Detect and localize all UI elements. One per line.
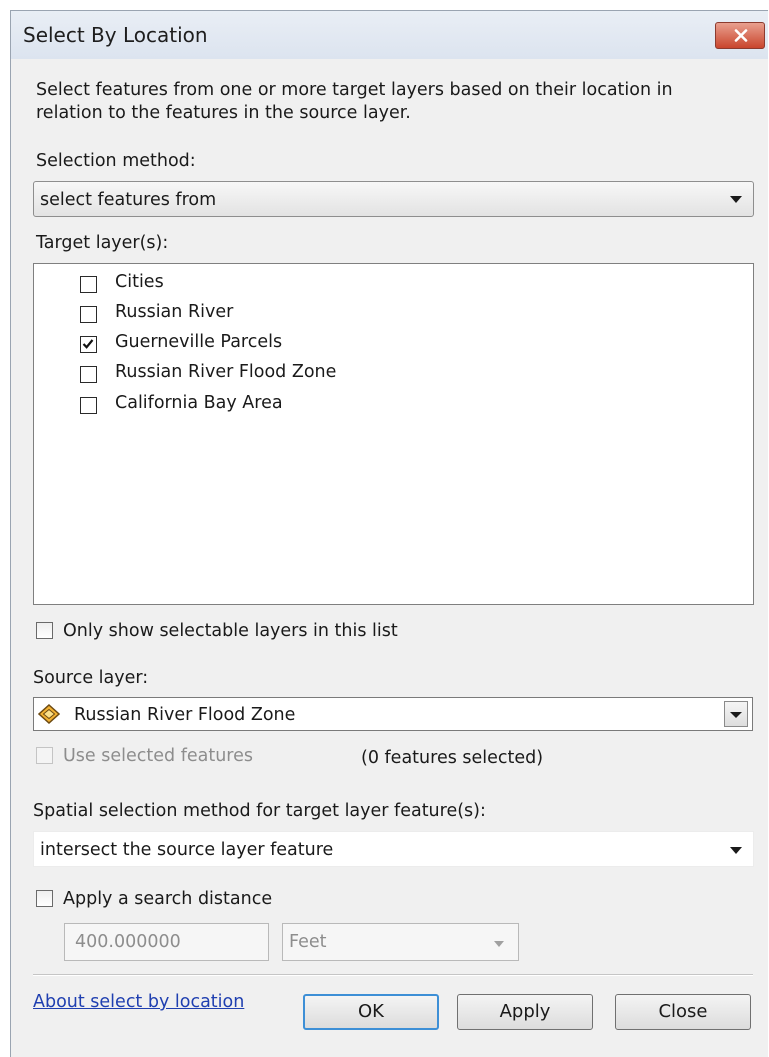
footer-divider: [33, 974, 753, 976]
target-layer-label: Cities: [115, 272, 164, 292]
polygon-layer-icon: [38, 704, 60, 724]
search-distance-label: Apply a search distance: [63, 889, 273, 909]
spatial-method-label: Spatial selection method for target laye…: [33, 801, 486, 821]
target-layer-item[interactable]: California Bay Area: [80, 393, 440, 421]
distance-units-dropdown[interactable]: Feet: [282, 923, 519, 961]
spatial-method-value: intersect the source layer feature: [40, 840, 334, 860]
select-by-location-dialog: Select By Location Select features from …: [10, 10, 768, 1057]
source-layer-dropdown[interactable]: Russian River Flood Zone: [33, 697, 753, 731]
search-distance-value: 400.000000: [75, 932, 181, 952]
target-layer-label: Guerneville Parcels: [115, 332, 283, 352]
close-x-icon: [734, 29, 748, 42]
selection-method-label: Selection method:: [36, 151, 196, 171]
only-selectable-option[interactable]: Only show selectable layers in this list: [36, 621, 456, 647]
apply-button[interactable]: Apply: [457, 994, 593, 1030]
title-bar[interactable]: Select By Location: [11, 11, 768, 59]
target-layer-item[interactable]: Russian River: [80, 302, 440, 330]
close-button[interactable]: Close: [615, 994, 751, 1030]
use-selected-checkbox[interactable]: [36, 747, 53, 764]
target-layer-item[interactable]: Cities: [80, 272, 440, 300]
search-distance-input[interactable]: 400.000000: [64, 923, 269, 961]
target-layer-label: Russian River: [115, 302, 234, 322]
only-selectable-checkbox[interactable]: [36, 622, 53, 639]
search-distance-checkbox[interactable]: [36, 890, 53, 907]
source-layer-value: Russian River Flood Zone: [74, 705, 296, 725]
close-window-button[interactable]: [715, 22, 765, 49]
target-layer-checkbox[interactable]: [80, 336, 97, 353]
dialog-description: Select features from one or more target …: [36, 80, 673, 123]
features-selected-count: (0 features selected): [361, 748, 544, 768]
search-distance-option[interactable]: Apply a search distance: [36, 889, 296, 915]
target-layer-label: California Bay Area: [115, 393, 283, 413]
chevron-down-icon: [730, 847, 742, 854]
window-title: Select By Location: [23, 23, 208, 47]
target-layers-label: Target layer(s):: [36, 233, 169, 253]
spatial-method-dropdown[interactable]: intersect the source layer feature: [33, 831, 754, 867]
target-layer-item[interactable]: Russian River Flood Zone: [80, 362, 440, 390]
target-layer-checkbox[interactable]: [80, 397, 97, 414]
checkmark-icon: [82, 339, 94, 349]
selection-method-dropdown[interactable]: select features from: [33, 181, 754, 217]
ok-button[interactable]: OK: [303, 994, 439, 1030]
about-select-by-location-link[interactable]: About select by location: [33, 992, 244, 1012]
target-layer-label: Russian River Flood Zone: [115, 362, 337, 382]
source-layer-label: Source layer:: [33, 668, 149, 688]
target-layers-list[interactable]: Cities Russian River Guerneville Parcels Ru…: [33, 263, 754, 605]
target-layer-checkbox[interactable]: [80, 306, 97, 323]
target-layer-checkbox[interactable]: [80, 276, 97, 293]
chevron-down-icon: [494, 941, 504, 947]
chevron-down-icon: [730, 712, 742, 718]
distance-units-value: Feet: [289, 932, 327, 952]
use-selected-option[interactable]: Use selected features: [36, 746, 296, 772]
selection-method-value: select features from: [40, 190, 217, 210]
target-layer-checkbox[interactable]: [80, 366, 97, 383]
chevron-down-icon: [730, 196, 742, 203]
target-layer-item[interactable]: Guerneville Parcels: [80, 332, 440, 360]
only-selectable-label: Only show selectable layers in this list: [63, 621, 398, 641]
use-selected-label: Use selected features: [63, 746, 253, 766]
source-layer-dropdown-button[interactable]: [724, 701, 748, 727]
